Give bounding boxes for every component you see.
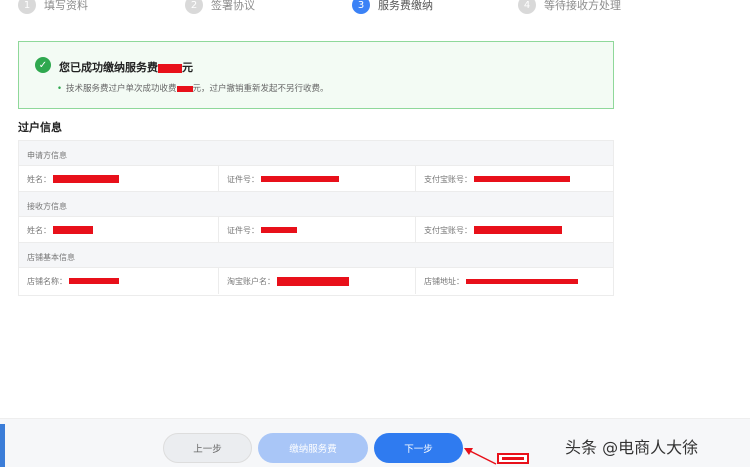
applicant-id-cell: 证件号： (218, 166, 415, 192)
prev-step-button[interactable]: 上一步 (163, 433, 252, 463)
success-sub-prefix: 技术服务费过户单次成功收费 (66, 84, 177, 94)
taobao-account-cell: 淘宝账户名： (218, 268, 415, 294)
section-title: 过户信息 (18, 121, 62, 134)
receiver-alipay-cell: 支付宝账号： (415, 217, 613, 243)
step-2-label: 签署协议 (211, 0, 255, 12)
step-1-label: 填写资料 (44, 0, 88, 12)
stepper: 1 填写资料 2 签署协议 3 服务费缴纳 4 等待接收方处理 (0, 0, 750, 16)
check-circle-icon: ✓ (35, 57, 51, 73)
next-step-button[interactable]: 下一步 (374, 433, 463, 463)
success-sub-suffix: 元，过户撤销重新发起不另行收费。 (192, 84, 329, 94)
shop-name-cell: 店铺名称： (19, 268, 218, 294)
table-row: 姓名： 证件号： 支付宝账号： (19, 217, 613, 243)
shop-url-cell: 店铺地址： (415, 268, 613, 294)
step-3: 3 服务费缴纳 (352, 0, 433, 14)
step-2: 2 签署协议 (185, 0, 255, 14)
step-4: 4 等待接收方处理 (518, 0, 621, 14)
step-4-label: 等待接收方处理 (544, 0, 621, 12)
table-row: 店铺名称： 淘宝账户名： 店铺地址： (19, 268, 613, 294)
redacted-value (261, 176, 339, 182)
group-header-applicant: 申请方信息 (19, 141, 613, 166)
receiver-id-cell: 证件号： (218, 217, 415, 243)
redacted-value (69, 278, 119, 284)
redacted-value (474, 176, 570, 182)
step-1-number: 1 (18, 0, 36, 14)
pay-service-fee-button[interactable]: 缴纳服务费 (258, 433, 368, 463)
applicant-name-cell: 姓名： (19, 166, 218, 192)
redacted-value (53, 226, 93, 234)
annotation-arrow-icon (464, 448, 497, 465)
redacted-value (474, 226, 562, 234)
group-header-shop: 店铺基本信息 (19, 243, 613, 268)
success-title: 您已成功缴纳服务费 元 (59, 59, 193, 75)
bullet-icon: • (57, 84, 63, 94)
receiver-name-cell: 姓名： (19, 217, 218, 243)
redacted-value (53, 175, 119, 183)
step-3-number: 3 (352, 0, 370, 14)
step-3-label: 服务费缴纳 (378, 0, 433, 12)
success-title-prefix: 您已成功缴纳服务费 (59, 61, 158, 74)
redacted-amount (158, 63, 182, 73)
step-4-number: 4 (518, 0, 536, 14)
applicant-alipay-cell: 支付宝账号： (415, 166, 613, 192)
step-2-number: 2 (185, 0, 203, 14)
side-accent-bar (0, 424, 5, 467)
redacted-value (277, 276, 349, 286)
table-row: 姓名： 证件号： 支付宝账号： (19, 166, 613, 192)
redacted-value (261, 227, 297, 233)
redacted-value (466, 278, 578, 284)
redacted-annotation-box (497, 453, 529, 464)
redacted-fee (176, 85, 193, 92)
watermark: 头条 @电商人大徐 (565, 438, 699, 457)
page: 1 填写资料 2 签署协议 3 服务费缴纳 4 等待接收方处理 ✓ 您已成功缴纳… (0, 0, 750, 467)
success-subtext: • 技术服务费过户单次成功收费 元，过户撤销重新发起不另行收费。 (57, 82, 329, 94)
group-header-receiver: 接收方信息 (19, 192, 613, 217)
success-title-suffix: 元 (182, 61, 193, 74)
transfer-info-table: 申请方信息 姓名： 证件号： 支付宝账号： 接收方信息 姓名： 证件号： 支付宝… (18, 140, 614, 296)
success-banner: ✓ 您已成功缴纳服务费 元 • 技术服务费过户单次成功收费 元，过户撤销重新发起不另行… (18, 41, 614, 109)
step-1: 1 填写资料 (18, 0, 88, 14)
